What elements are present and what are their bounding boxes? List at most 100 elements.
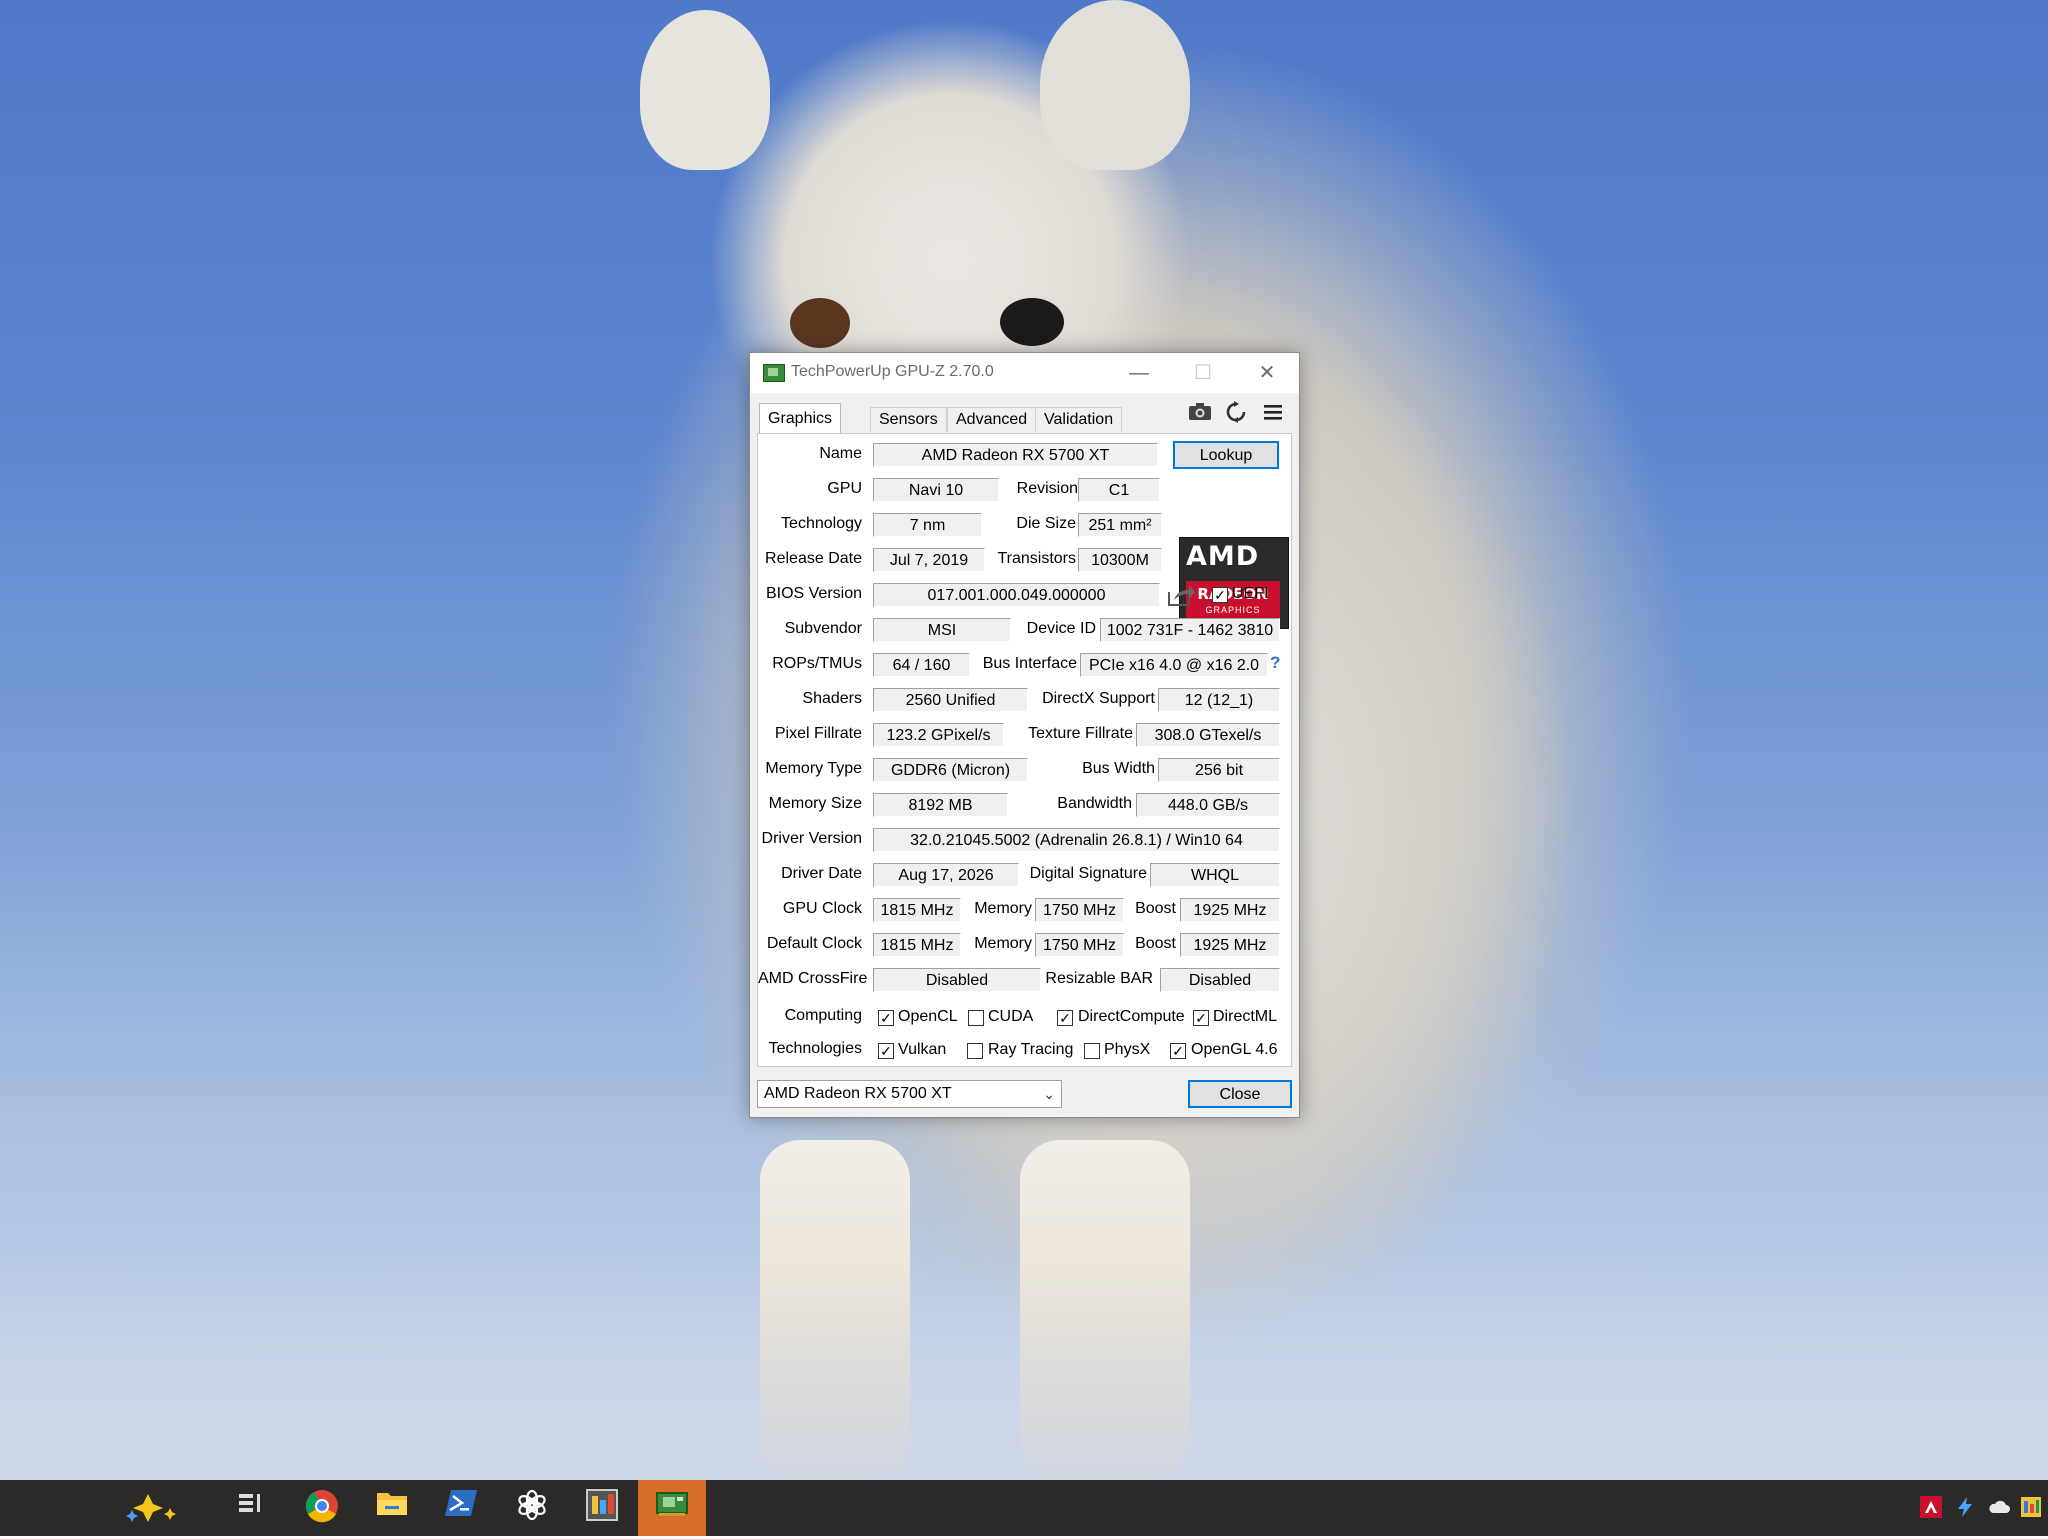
default-clock-value[interactable]: 1815 MHz [873,933,961,957]
tab-validation[interactable]: Validation [1035,407,1123,432]
share-icon[interactable] [1166,582,1196,608]
cloud-tray-icon[interactable] [1988,1496,2010,1518]
shaders-value[interactable]: 2560 Unified [873,688,1028,712]
subvendor-value[interactable]: MSI [873,618,1011,642]
close-button[interactable]: Close [1188,1080,1292,1108]
gpu-clock-memory-label: Memory [974,900,1032,917]
maximize-button[interactable]: ☐ [1171,353,1235,393]
device-id-value[interactable]: 1002 731F - 1462 3810 [1100,618,1280,642]
rops-tmus-value[interactable]: 64 / 160 [873,653,970,677]
minimize-button[interactable]: — [1107,353,1171,393]
menu-icon[interactable] [1259,401,1287,429]
directx-support-label: DirectX Support [1042,690,1155,707]
digital-signature-value[interactable]: WHQL [1150,863,1280,887]
gpu-select-dropdown[interactable]: AMD Radeon RX 5700 XT ⌄ [757,1080,1062,1108]
gpu-clock-boost-label: Boost [1135,900,1176,917]
gpu-clock-value[interactable]: 1815 MHz [873,898,961,922]
opengl-label: OpenGL 4.6 [1191,1041,1278,1058]
pixel-fillrate-value[interactable]: 123.2 GPixel/s [873,723,1004,747]
default-clock-label: Default Clock [766,935,862,952]
refresh-icon[interactable] [1222,401,1250,429]
cuda-label: CUDA [988,1008,1034,1025]
graphics-card-panel: Name AMD Radeon RX 5700 XT Lookup GPU Na… [757,433,1292,1067]
camera-icon[interactable] [1186,401,1214,429]
tab-sensors[interactable]: Sensors [870,407,947,432]
memory-size-value[interactable]: 8192 MB [873,793,1008,817]
technology-label: Technology [781,515,862,532]
resizable-bar-value[interactable]: Disabled [1160,968,1280,992]
physx-label: PhysX [1104,1041,1151,1058]
revision-label: Revision [1016,480,1078,497]
flash-tray-icon[interactable] [1954,1496,1976,1518]
amd-tray-icon[interactable] [1920,1496,1942,1518]
copilot-icon[interactable] [120,1488,200,1528]
task-view-icon[interactable] [230,1488,270,1528]
vulkan-checkbox[interactable]: ✓ [878,1043,894,1059]
default-clock-boost-value[interactable]: 1925 MHz [1180,933,1280,957]
file-explorer-icon[interactable] [372,1488,412,1528]
opencl-label: OpenCL [898,1008,958,1025]
bandwidth-label: Bandwidth [1057,795,1132,812]
opengl-checkbox[interactable]: ✓ [1170,1043,1186,1059]
tab-graphics-card[interactable]: Graphics Card [759,403,842,457]
transistors-label: Transistors [997,550,1076,567]
driver-version-value[interactable]: 32.0.21045.5002 (Adrenalin 26.8.1) / Win… [873,828,1280,852]
bus-width-value[interactable]: 256 bit [1158,758,1280,782]
chrome-icon[interactable] [302,1488,342,1528]
die-size-value[interactable]: 251 mm² [1078,513,1162,537]
amd-crossfire-value[interactable]: Disabled [873,968,1041,992]
physx-checkbox[interactable] [1084,1043,1100,1059]
chatgpt-icon[interactable] [512,1488,552,1528]
gpu-value[interactable]: Navi 10 [873,478,999,502]
gpuz-icon[interactable] [652,1488,692,1528]
technology-value[interactable]: 7 nm [873,513,982,537]
taskbar [0,1480,2048,1536]
bios-version-value[interactable]: 017.001.000.049.000000 [873,583,1160,607]
bandwidth-value[interactable]: 448.0 GB/s [1136,793,1280,817]
pixel-fillrate-label: Pixel Fillrate [774,725,862,742]
ray-tracing-checkbox[interactable] [967,1043,983,1059]
check-mark: ✓ [880,1043,892,1059]
directcompute-checkbox[interactable]: ✓ [1057,1010,1073,1026]
window-title: TechPowerUp GPU-Z 2.70.0 [791,363,994,380]
directml-checkbox[interactable]: ✓ [1193,1010,1209,1026]
memory-type-value[interactable]: GDDR6 (Micron) [873,758,1028,782]
bus-interface-value[interactable]: PCIe x16 4.0 @ x16 2.0 [1080,653,1268,677]
transistors-value[interactable]: 10300M [1078,548,1162,572]
shaders-label: Shaders [802,690,862,707]
powershell-icon[interactable] [442,1488,482,1528]
directx-support-value[interactable]: 12 (12_1) [1158,688,1280,712]
name-label: Name [819,445,862,462]
tab-advanced[interactable]: Advanced [947,407,1037,432]
texture-fillrate-label: Texture Fillrate [1028,725,1133,742]
gpuz-window: TechPowerUp GPU-Z 2.70.0 — ☐ ✕ Graphics … [749,352,1300,1118]
texture-fillrate-value[interactable]: 308.0 GTexel/s [1136,723,1280,747]
driver-date-value[interactable]: Aug 17, 2026 [873,863,1019,887]
name-value[interactable]: AMD Radeon RX 5700 XT [873,443,1158,467]
gpu-select-value: AMD Radeon RX 5700 XT [764,1085,952,1102]
opencl-checkbox[interactable]: ✓ [878,1010,894,1026]
device-id-label: Device ID [1026,620,1096,637]
bus-interface-help-icon[interactable]: ? [1270,653,1280,673]
title-bar[interactable]: TechPowerUp GPU-Z 2.70.0 — ☐ ✕ [750,353,1299,393]
uefi-checkbox[interactable]: ✓ [1212,587,1228,603]
gpu-clock-boost-value[interactable]: 1925 MHz [1180,898,1280,922]
default-clock-memory-value[interactable]: 1750 MHz [1035,933,1124,957]
taskmgr-icon[interactable] [582,1488,622,1528]
close-window-button[interactable]: ✕ [1235,353,1299,393]
wallpaper-snow [0,1260,2048,1480]
cuda-checkbox[interactable] [968,1010,984,1026]
gpu-clock-memory-value[interactable]: 1750 MHz [1035,898,1124,922]
check-mark: ✓ [1172,1043,1184,1059]
bus-width-label: Bus Width [1082,760,1155,777]
gpu-clock-label: GPU Clock [782,900,862,917]
rops-tmus-label: ROPs/TMUs [772,655,862,672]
chevron-down-icon: ⌄ [1043,1086,1055,1102]
revision-value[interactable]: C1 [1078,478,1160,502]
ray-tracing-label: Ray Tracing [988,1041,1074,1058]
lookup-button[interactable]: Lookup [1173,441,1279,469]
memory-size-label: Memory Size [768,795,862,812]
release-date-value[interactable]: Jul 7, 2019 [873,548,985,572]
check-mark: ✓ [1059,1010,1071,1026]
app-tray-icon[interactable] [2020,1496,2042,1518]
